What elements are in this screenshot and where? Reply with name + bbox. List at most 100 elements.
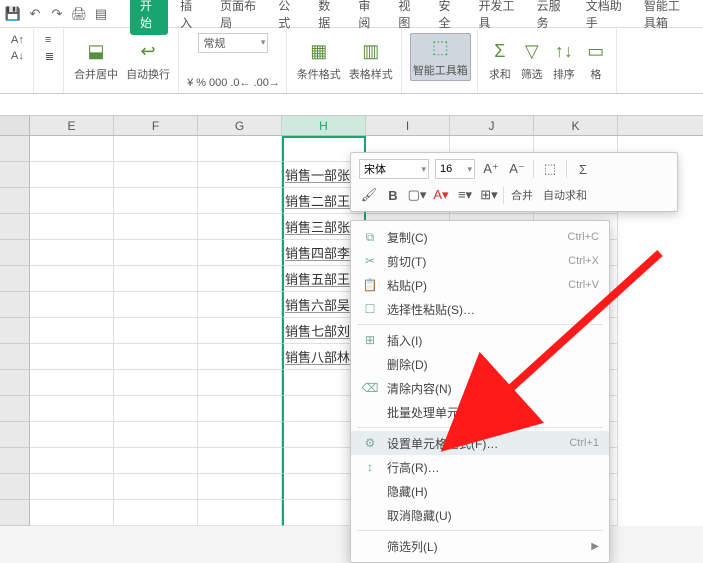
context-menu-item[interactable]: 取消隐藏(U): [351, 503, 609, 527]
cell[interactable]: [30, 474, 114, 500]
save-icon[interactable]: 💾: [4, 5, 22, 23]
cell[interactable]: [198, 292, 282, 318]
select-all-corner[interactable]: [0, 116, 30, 135]
row-header[interactable]: [0, 188, 30, 214]
cell[interactable]: [114, 422, 198, 448]
col-header[interactable]: K: [534, 116, 618, 135]
cell[interactable]: [114, 318, 198, 344]
col-header[interactable]: G: [198, 116, 282, 135]
context-menu-item[interactable]: ⚙设置单元格格式(F)…Ctrl+1: [351, 431, 609, 455]
decrease-font-icon[interactable]: A⁻: [507, 159, 527, 179]
context-menu-item[interactable]: ✂剪切(T)Ctrl+X: [351, 249, 609, 273]
col-header-selected[interactable]: H: [282, 116, 366, 135]
context-menu-item[interactable]: ⊞插入(I): [351, 328, 609, 352]
cell[interactable]: [30, 136, 114, 162]
merge-center-button[interactable]: ⬓ 合并居中: [72, 38, 120, 84]
cell[interactable]: [30, 214, 114, 240]
row-header[interactable]: [0, 500, 30, 526]
cell[interactable]: [198, 500, 282, 526]
row-header[interactable]: [0, 370, 30, 396]
cell[interactable]: [198, 266, 282, 292]
cell[interactable]: [114, 266, 198, 292]
smart-toolbox-button[interactable]: ⬚ 智能工具箱: [410, 33, 471, 81]
sort-button[interactable]: ↑↓ 排序: [550, 38, 578, 84]
context-menu-item[interactable]: ⌫清除内容(N): [351, 376, 609, 400]
row-header[interactable]: [0, 422, 30, 448]
cell[interactable]: [198, 136, 282, 162]
col-header[interactable]: J: [450, 116, 534, 135]
cell[interactable]: [30, 188, 114, 214]
cell[interactable]: [198, 474, 282, 500]
context-menu-item[interactable]: ↕行高(R)…: [351, 455, 609, 479]
row-header[interactable]: [0, 318, 30, 344]
row-header[interactable]: [0, 162, 30, 188]
cell[interactable]: [30, 162, 114, 188]
context-menu-item[interactable]: 隐藏(H): [351, 479, 609, 503]
cell[interactable]: [30, 448, 114, 474]
filter-button[interactable]: ▽ 筛选: [518, 38, 546, 84]
sum-quick-icon[interactable]: Σ: [573, 159, 593, 179]
align-icon[interactable]: ≡▾: [455, 185, 475, 205]
cell[interactable]: [30, 292, 114, 318]
context-menu-item[interactable]: 批量处理单元格(P): [351, 400, 609, 424]
cell[interactable]: [114, 162, 198, 188]
cell[interactable]: [114, 240, 198, 266]
bold-icon[interactable]: B: [383, 185, 403, 205]
cell[interactable]: [198, 214, 282, 240]
row-header[interactable]: [0, 396, 30, 422]
decimal-inc-icon[interactable]: .0←: [230, 77, 250, 89]
preview-icon[interactable]: ▤: [92, 5, 110, 23]
cell[interactable]: [198, 370, 282, 396]
cell[interactable]: [114, 188, 198, 214]
row-header[interactable]: [0, 292, 30, 318]
font-size-select[interactable]: 16: [435, 159, 475, 179]
row-header[interactable]: [0, 214, 30, 240]
cell[interactable]: [114, 344, 198, 370]
cell[interactable]: [198, 240, 282, 266]
font-family-select[interactable]: 宋体: [359, 159, 429, 179]
cell[interactable]: [198, 318, 282, 344]
row-header[interactable]: [0, 136, 30, 162]
wrap-text-button[interactable]: ↩ 自动换行: [124, 38, 172, 84]
cell[interactable]: [30, 422, 114, 448]
undo-icon[interactable]: ↶: [26, 5, 44, 23]
cell[interactable]: [114, 448, 198, 474]
percent-icon[interactable]: %: [196, 77, 206, 89]
context-menu-item[interactable]: ☐选择性粘贴(S)…: [351, 297, 609, 321]
context-menu-item[interactable]: 📋粘贴(P)Ctrl+V: [351, 273, 609, 297]
fill-color-icon[interactable]: ▢▾: [407, 185, 427, 205]
thousands-icon[interactable]: 000: [209, 77, 227, 89]
row-header[interactable]: [0, 240, 30, 266]
cell[interactable]: [30, 266, 114, 292]
cell[interactable]: [198, 188, 282, 214]
currency-icon[interactable]: ¥: [187, 77, 193, 89]
cell[interactable]: [114, 370, 198, 396]
number-format-select[interactable]: 常规: [198, 33, 268, 53]
cell[interactable]: [114, 396, 198, 422]
row-header[interactable]: [0, 474, 30, 500]
cell[interactable]: [114, 500, 198, 526]
align-center-icon[interactable]: ≣: [42, 49, 57, 64]
row-header[interactable]: [0, 344, 30, 370]
formula-bar[interactable]: [0, 94, 703, 116]
cell[interactable]: [114, 214, 198, 240]
context-menu-item[interactable]: 筛选列(L)▶: [351, 534, 609, 558]
cell[interactable]: [198, 396, 282, 422]
cell[interactable]: [30, 318, 114, 344]
cell[interactable]: [30, 344, 114, 370]
tab-smart-tools[interactable]: 智能工具箱: [634, 0, 699, 35]
cell[interactable]: [198, 162, 282, 188]
redo-icon[interactable]: ↷: [48, 5, 66, 23]
col-header[interactable]: E: [30, 116, 114, 135]
cell[interactable]: [30, 370, 114, 396]
cell[interactable]: [114, 292, 198, 318]
font-increase-icon[interactable]: A↑: [8, 33, 27, 47]
cell[interactable]: [30, 500, 114, 526]
col-header[interactable]: F: [114, 116, 198, 135]
format-painter-icon[interactable]: ⬚: [540, 159, 560, 179]
decimal-dec-icon[interactable]: .00→: [254, 77, 280, 89]
cell[interactable]: [114, 136, 198, 162]
sum-button[interactable]: Σ 求和: [486, 38, 514, 84]
cell[interactable]: [198, 422, 282, 448]
cell[interactable]: [198, 448, 282, 474]
